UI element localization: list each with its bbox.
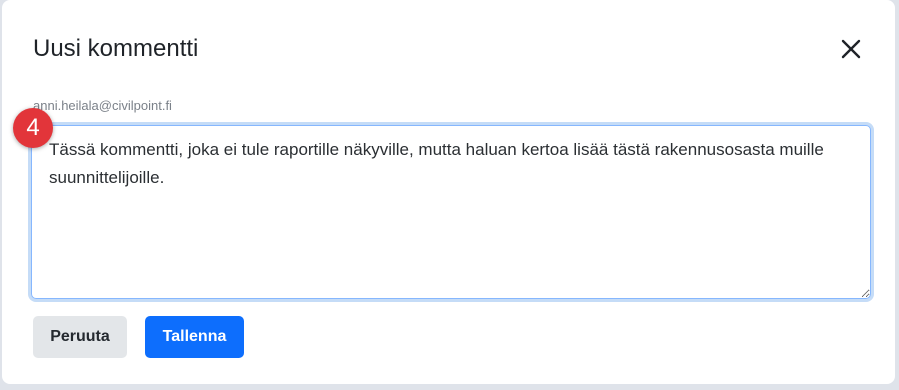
- comment-field-wrapper: Tässä kommentti, joka ei tule raportille…: [31, 125, 871, 299]
- step-badge: 4: [13, 108, 53, 148]
- save-button[interactable]: Tallenna: [145, 316, 244, 358]
- close-button[interactable]: [836, 34, 866, 64]
- comment-textarea[interactable]: Tässä kommentti, joka ei tule raportille…: [31, 125, 871, 299]
- comment-author: anni.heilala@civilpoint.fi: [33, 98, 172, 113]
- dialog-title: Uusi kommentti: [33, 35, 199, 62]
- close-icon: [841, 39, 861, 59]
- cancel-button[interactable]: Peruuta: [33, 316, 127, 358]
- new-comment-dialog: Uusi kommentti anni.heilala@civilpoint.f…: [2, 0, 895, 384]
